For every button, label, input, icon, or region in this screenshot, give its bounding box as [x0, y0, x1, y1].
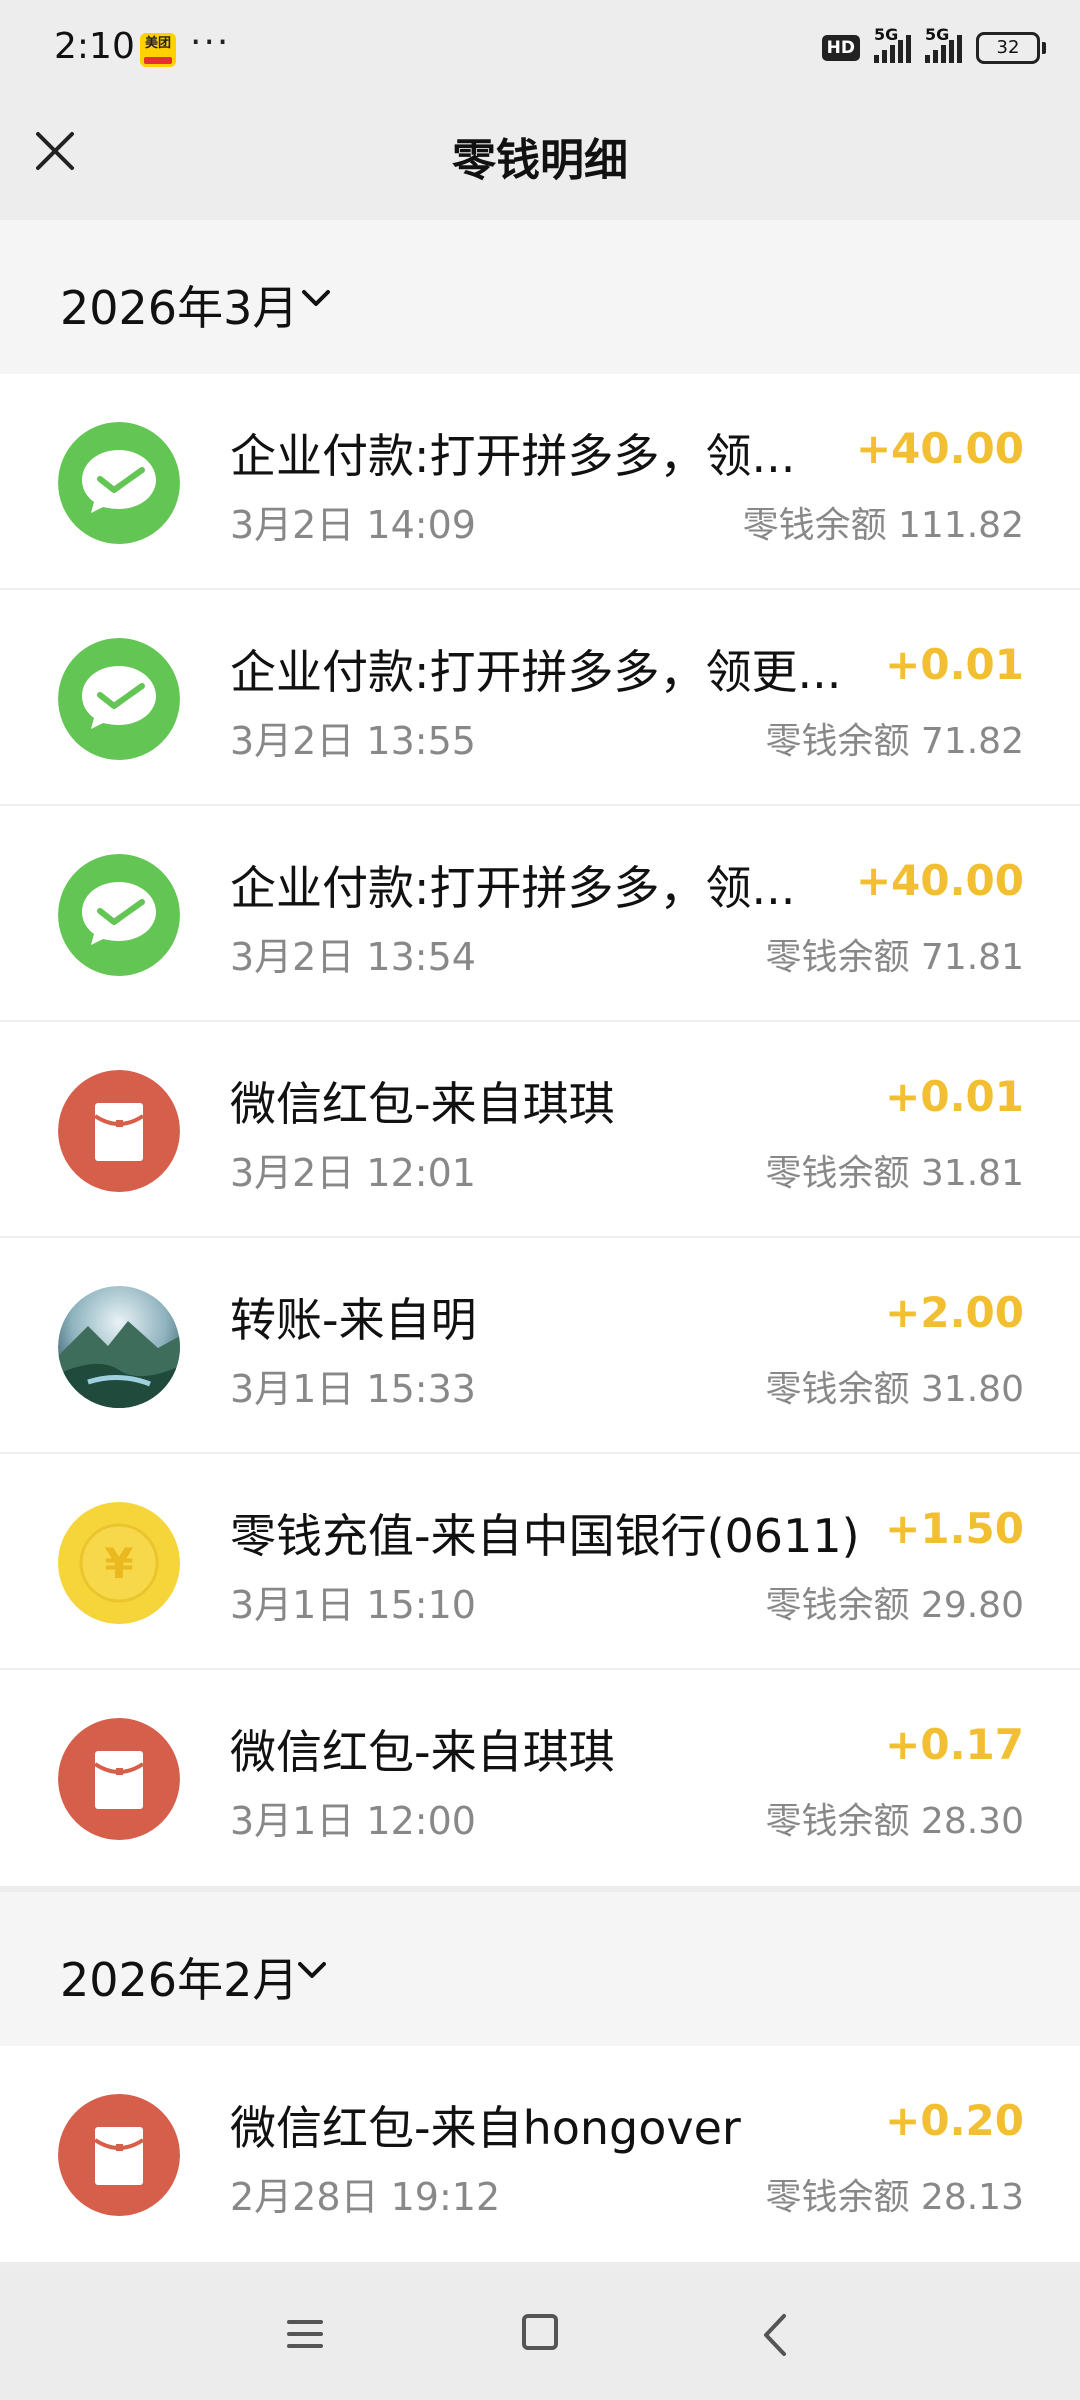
- transaction-row[interactable]: 企业付款:打开拼多多，领... 3月2日 13:54 +40.00 零钱余额 7…: [0, 806, 1080, 1022]
- transaction-row[interactable]: 微信红包-来自琪琪 3月1日 12:00 +0.17 零钱余额 28.30: [0, 1670, 1080, 1886]
- meituan-app-label: 美团: [144, 36, 171, 51]
- yuan-coin-icon: ¥: [58, 1502, 180, 1624]
- transaction-date: 3月1日 15:10: [230, 1583, 476, 1627]
- status-time: 2:10: [54, 26, 135, 67]
- status-indicators: HD 5G 5G 32: [821, 25, 1046, 68]
- transaction-list-february: 微信红包-来自hongover 2月28日 19:12 +0.20 零钱余额 2…: [0, 2046, 1080, 2262]
- transaction-date: 3月2日 12:01: [230, 1151, 476, 1195]
- transaction-list-march: 企业付款:打开拼多多，领... 3月2日 14:09 +40.00 零钱余额 1…: [0, 374, 1080, 1886]
- transaction-title: 微信红包-来自琪琪: [230, 1725, 615, 1779]
- transaction-balance: 零钱余额 71.81: [765, 937, 1024, 978]
- transaction-balance: 零钱余额 29.80: [765, 1585, 1024, 1626]
- signal-icon-2: 5G: [925, 25, 962, 63]
- wechat-pay-icon: [58, 854, 180, 976]
- transaction-date: 3月2日 13:55: [230, 719, 476, 763]
- red-packet-icon: [58, 1070, 180, 1192]
- transaction-date: 3月2日 14:09: [230, 503, 476, 547]
- transaction-balance: 零钱余额 28.13: [765, 2177, 1024, 2218]
- signal-icon: 5G: [874, 25, 911, 63]
- chevron-down-icon: [302, 290, 330, 306]
- back-icon[interactable]: [760, 2312, 790, 2358]
- transaction-amount: +0.20: [885, 2096, 1024, 2145]
- landscape-avatar: [58, 1286, 180, 1408]
- transaction-title: 企业付款:打开拼多多，领...: [230, 429, 796, 483]
- recent-apps-icon[interactable]: [286, 2314, 324, 2354]
- month-label: 2026年2月: [60, 1953, 299, 2007]
- transaction-row[interactable]: 企业付款:打开拼多多，领... 3月2日 14:09 +40.00 零钱余额 1…: [0, 374, 1080, 590]
- header-bar: 零钱明细: [0, 96, 1080, 220]
- transaction-amount: +2.00: [885, 1288, 1024, 1337]
- transaction-amount: +1.50: [885, 1504, 1024, 1553]
- transaction-amount: +40.00: [855, 856, 1024, 905]
- home-icon[interactable]: [522, 2314, 558, 2350]
- more-notifications-icon: ···: [190, 22, 231, 63]
- transaction-balance: 零钱余额 31.80: [765, 1369, 1024, 1410]
- transaction-row[interactable]: ¥ 零钱充值-来自中国银行(0611) 3月1日 15:10 +1.50 零钱余…: [0, 1454, 1080, 1670]
- svg-text:¥: ¥: [104, 1539, 133, 1588]
- red-packet-icon: [58, 1718, 180, 1840]
- transaction-amount: +0.01: [885, 1072, 1024, 1121]
- system-navigation-bar: [0, 2274, 1080, 2400]
- transaction-balance: 零钱余额 31.81: [765, 1153, 1024, 1194]
- transaction-balance: 零钱余额 71.82: [765, 721, 1024, 762]
- transaction-amount: +0.17: [885, 1720, 1024, 1769]
- transaction-date: 3月1日 15:33: [230, 1367, 476, 1411]
- network-type-1: 5G: [874, 25, 899, 44]
- transaction-amount: +0.01: [885, 640, 1024, 689]
- transaction-amount: +40.00: [855, 424, 1024, 473]
- wechat-pay-icon: [58, 638, 180, 760]
- transaction-title: 微信红包-来自琪琪: [230, 1077, 615, 1131]
- transaction-title: 企业付款:打开拼多多，领更...: [230, 645, 842, 699]
- network-type-2: 5G: [925, 25, 950, 44]
- transaction-row[interactable]: 微信红包-来自琪琪 3月2日 12:01 +0.01 零钱余额 31.81: [0, 1022, 1080, 1238]
- hd-voice-icon: HD: [821, 35, 860, 61]
- transaction-date: 3月2日 13:54: [230, 935, 476, 979]
- transaction-title: 转账-来自明: [230, 1293, 477, 1347]
- transaction-date: 2月28日 19:12: [230, 2175, 501, 2219]
- page-title: 零钱明细: [452, 135, 628, 186]
- transaction-row[interactable]: 企业付款:打开拼多多，领更... 3月2日 13:55 +0.01 零钱余额 7…: [0, 590, 1080, 806]
- transaction-balance: 零钱余额 28.30: [765, 1801, 1024, 1842]
- transaction-row[interactable]: 转账-来自明 3月1日 15:33 +2.00 零钱余额 31.80: [0, 1238, 1080, 1454]
- month-selector-february[interactable]: 2026年2月: [0, 1892, 1080, 2046]
- transaction-title: 微信红包-来自hongover: [230, 2101, 741, 2155]
- transaction-row[interactable]: 微信红包-来自hongover 2月28日 19:12 +0.20 零钱余额 2…: [0, 2046, 1080, 2262]
- status-bar: 2:10 美团 ··· HD 5G 5G 32: [0, 0, 1080, 96]
- red-packet-icon: [58, 2094, 180, 2216]
- chevron-down-icon: [298, 1962, 326, 1978]
- month-selector-march[interactable]: 2026年3月: [0, 220, 1080, 374]
- transaction-title: 企业付款:打开拼多多，领...: [230, 861, 796, 915]
- transaction-title: 零钱充值-来自中国银行(0611): [230, 1509, 860, 1563]
- battery-icon: 32: [976, 32, 1046, 64]
- meituan-app-icon: 美团: [140, 33, 176, 67]
- transaction-balance: 零钱余额 111.82: [742, 505, 1024, 546]
- transaction-date: 3月1日 12:00: [230, 1799, 476, 1843]
- wechat-pay-icon: [58, 422, 180, 544]
- month-label: 2026年3月: [60, 281, 299, 335]
